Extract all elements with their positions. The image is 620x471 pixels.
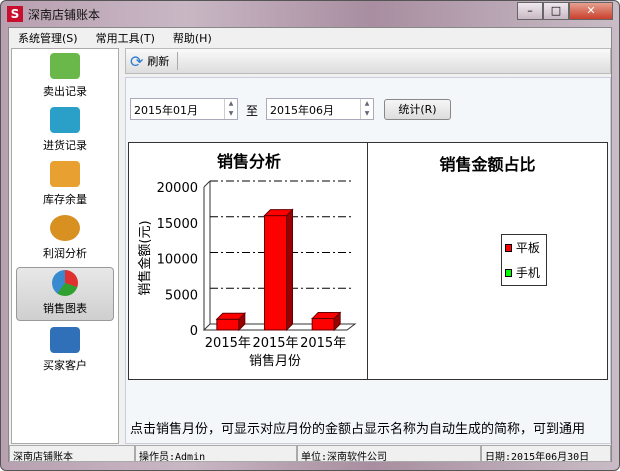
window-title: 深南店铺账本 (28, 7, 101, 22)
axis-corner (203, 180, 211, 188)
content-panel: 2015年01月 ▲ ▼ 至 2015年06月 ▲ ▼ 统计(R) 销售分析 0 5000 1… (125, 77, 611, 444)
x-tick-label: 2015年 (252, 336, 298, 351)
menu-system[interactable]: 系统管理(S) (9, 28, 87, 46)
status-app-name: 深南店铺账本 (9, 445, 135, 463)
sidebar-item-label: 销售图表 (43, 302, 87, 315)
hand-box-icon (50, 53, 80, 79)
refresh-icon: ⟳ (130, 51, 144, 71)
status-company: 单位:深南软件公司 (297, 445, 481, 463)
sidebar-item-profit[interactable]: 利润分析 (12, 211, 118, 265)
sidebar: 卖出记录 进货记录 库存余量 利润分析 销售图表 买家客户 (11, 48, 119, 444)
bar-chart-svg: 销售分析050001000015000200002015年 2015年 2015年销… (137, 152, 357, 369)
app-window: S 深南店铺账本 – □ ✕ 系统管理(S) 常用工具(T) 帮助(H) 卖出记… (0, 0, 620, 471)
sidebar-item-label: 卖出记录 (43, 85, 87, 98)
customers-icon (50, 327, 80, 353)
y-tick-label: 0 (190, 324, 198, 339)
start-month-value: 2015年01月 (134, 104, 198, 117)
menu-tools[interactable]: 常用工具(T) (87, 28, 164, 46)
menu-help[interactable]: 帮助(H) (164, 28, 221, 46)
sidebar-item-inventory[interactable]: 库存余量 (12, 157, 118, 211)
bar (216, 318, 240, 331)
toolbar: ⟳ 刷新 (125, 48, 611, 74)
x-tick-label: 2015年 (205, 336, 251, 351)
sidebar-item-label: 库存余量 (43, 193, 87, 206)
status-date: 日期:2015年06月30日 (481, 445, 611, 463)
menu-bar: 系统管理(S) 常用工具(T) 帮助(H) (9, 28, 611, 46)
sidebar-item-sales-records[interactable]: 卖出记录 (12, 49, 118, 103)
y-tick-label: 10000 (157, 253, 198, 268)
y-tick-label: 15000 (157, 217, 198, 232)
close-button[interactable]: ✕ (569, 2, 613, 20)
y-axis-title: 销售金额(元) (137, 220, 153, 295)
y-tick-label: 5000 (165, 288, 198, 303)
end-month-spinner[interactable]: ▲ ▼ (360, 99, 373, 119)
legend-item: 平板 (505, 239, 543, 256)
legend-swatch (505, 269, 512, 277)
y-tick-label: 20000 (157, 181, 198, 196)
status-operator: 操作员:Admin (135, 445, 297, 463)
refresh-button[interactable]: 刷新 (147, 53, 169, 69)
start-month-spinner[interactable]: ▲ ▼ (224, 99, 237, 119)
sidebar-item-sales-chart[interactable]: 销售图表 (16, 267, 114, 321)
pie-chart: 销售金额占比 平板 手机 (367, 142, 608, 380)
pie-legend: 平板 手机 (501, 234, 547, 286)
sidebar-item-purchase-records[interactable]: 进货记录 (12, 103, 118, 157)
legend-item: 手机 (505, 264, 543, 281)
minimize-button[interactable]: – (517, 2, 543, 20)
legend-label: 平板 (515, 241, 540, 255)
hint-text: 点击销售月份，可显示对应月份的金额占显示名称为自动生成的简称，可到通用 (130, 422, 586, 437)
pie-chart-title: 销售金额占比 (439, 155, 536, 174)
money-bag-icon (50, 215, 80, 241)
basket-icon (50, 107, 80, 133)
sidebar-item-label: 进货记录 (43, 139, 87, 152)
sidebar-item-label: 利润分析 (43, 247, 87, 260)
pie-chart-icon (52, 270, 78, 296)
maximize-button[interactable]: □ (543, 2, 569, 20)
end-month-value: 2015年06月 (270, 104, 334, 117)
title-bar: S 深南店铺账本 (7, 4, 100, 24)
end-month-input[interactable]: 2015年06月 ▲ ▼ (266, 98, 374, 120)
x-axis-title: 销售月份 (249, 353, 301, 369)
bar-chart: 销售分析 0 5000 10000 15000 20000 2015年 2015年 2015年销… (128, 142, 368, 380)
status-bar: 深南店铺账本 操作员:Admin 单位:深南软件公司 日期:2015年06月30… (9, 445, 611, 463)
bar (264, 215, 287, 331)
start-month-input[interactable]: 2015年01月 ▲ ▼ (130, 98, 238, 120)
statistics-button[interactable]: 统计(R) (384, 99, 451, 120)
to-label: 至 (246, 104, 259, 118)
toolbar-divider (177, 52, 179, 70)
bar (311, 318, 335, 331)
sidebar-item-customers[interactable]: 买家客户 (12, 323, 118, 377)
legend-swatch (505, 244, 512, 252)
chart-title: 销售分析 (217, 152, 281, 171)
legend-label: 手机 (515, 266, 540, 280)
x-tick-label: 2015年 (300, 336, 346, 351)
app-logo-icon: S (7, 6, 23, 22)
sidebar-item-label: 买家客户 (43, 359, 87, 372)
bar-side (286, 208, 293, 332)
inventory-icon (50, 161, 80, 187)
